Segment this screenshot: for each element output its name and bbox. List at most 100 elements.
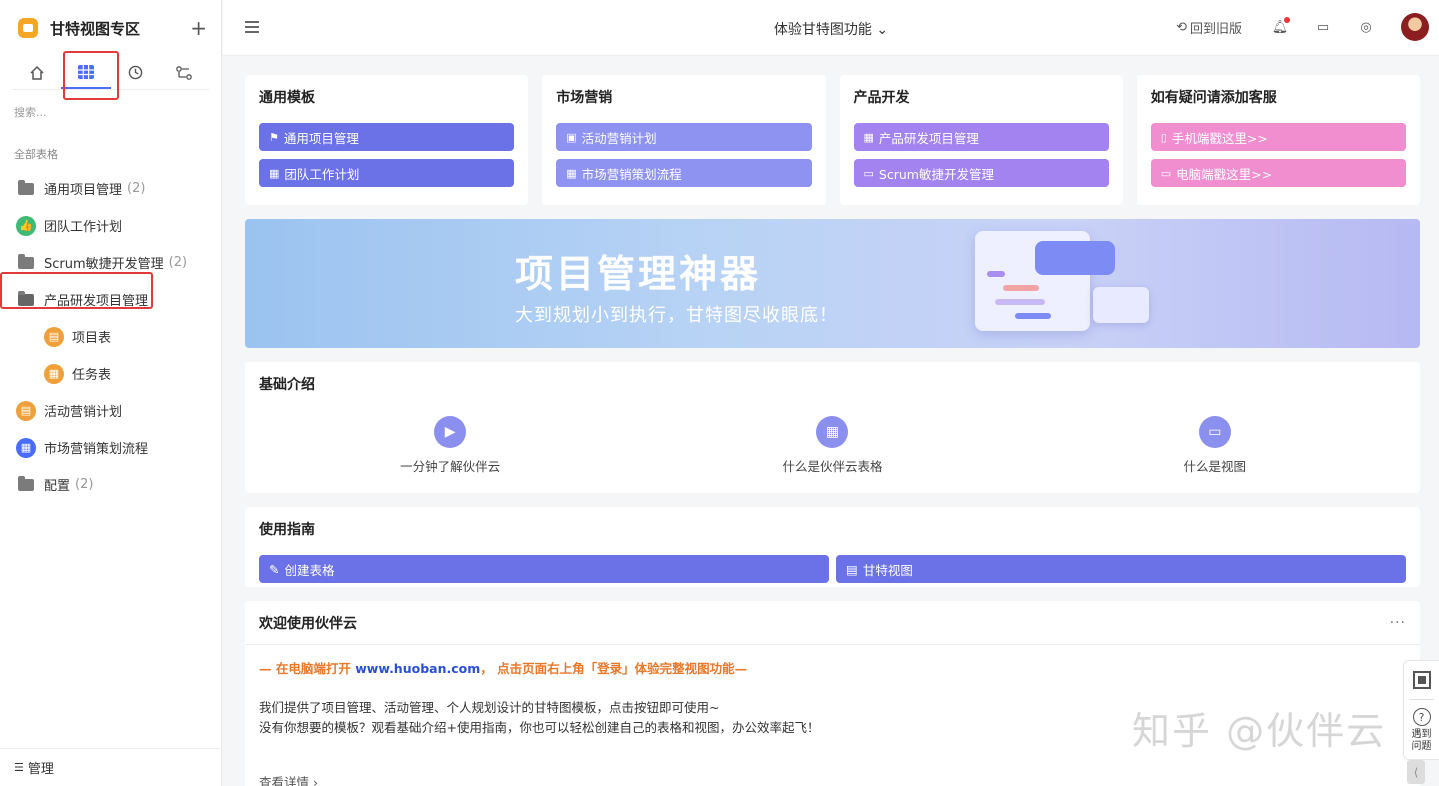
tree-item-campaign[interactable]: ▤ 活动营销计划 [0, 392, 221, 429]
button-label: 手机端戳这里>> [1171, 130, 1268, 146]
tree-item-label: 活动营销计划 [44, 405, 123, 420]
inbox-icon[interactable]: ▭ [1315, 19, 1331, 35]
clock-icon [128, 65, 142, 80]
hint-suffix: ， 点击页面右上角「登录」体验完整视图功能— [480, 661, 748, 676]
qr-code-icon[interactable] [1412, 671, 1431, 689]
section-title: 使用指南 [259, 522, 315, 538]
intro-section: 基础介绍 ▶ 一分钟了解伙伴云 ▦ 什么是伙伴云表格 ▭ 什么是视图 [245, 362, 1420, 493]
collapse-icon[interactable]: ⟨ [1407, 760, 1425, 784]
devices-icon: ▭ [1198, 416, 1231, 448]
tree-item-task-table[interactable]: ▦ 任务表 [0, 355, 221, 392]
intro-item-view[interactable]: ▭ 什么是视图 [1115, 416, 1315, 475]
template-cards: 通用模板 ⚑ 通用项目管理 ▦ 团队工作计划 市场营销 ▣ 活动营销计划 ▦ 市场营销策… [245, 75, 1420, 205]
highlight-box-product-rd [0, 272, 153, 309]
button-label: Scrum敏捷开发管理 [878, 166, 994, 182]
card-support: 如有疑问请添加客服 ▯ 手机端戳这里>> ▭ 电脑端戳这里>> [1136, 75, 1420, 205]
back-old-version-button[interactable]: ⟲ 回到旧版 [1176, 18, 1242, 37]
doc-icon: ▤ [16, 400, 36, 421]
more-icon[interactable]: ··· [1390, 615, 1406, 631]
manage-button[interactable]: ☰ 管理 [0, 748, 222, 786]
back-old-label: 回到旧版 [1189, 21, 1242, 37]
template-button-team-plan[interactable]: ▦ 团队工作计划 [259, 159, 515, 187]
grid-icon: ▦ [16, 437, 36, 458]
tree-item-count: (2) [75, 477, 94, 492]
folder-icon [18, 475, 34, 491]
group-label: 全部表格 [14, 148, 58, 161]
calendar-check-icon: ▦ [863, 130, 874, 144]
card-product: 产品开发 ▦ 产品研发项目管理 ▭ Scrum敏捷开发管理 [839, 75, 1123, 205]
pencil-icon: ✎ [269, 561, 280, 577]
grid-icon: ▦ [44, 363, 64, 384]
tree-item-config[interactable]: 配置 (2) [0, 466, 221, 503]
gantt-illustration [975, 231, 1150, 341]
template-button-general-project[interactable]: ⚑ 通用项目管理 [259, 123, 515, 151]
tree-item-project-table[interactable]: ▤ 项目表 [0, 318, 221, 355]
workspace-title: 甘特视图专区 [50, 19, 141, 38]
help-icon[interactable]: ? [1412, 708, 1431, 726]
bell-icon[interactable]: 🔔︎ [1272, 17, 1290, 35]
flow-icon [176, 65, 193, 80]
tree-item-general-project[interactable]: 通用项目管理 (2) [0, 170, 221, 207]
section-title: 欢迎使用伙伴云 [259, 615, 357, 632]
site-url[interactable]: www.huoban.com [355, 661, 480, 676]
tree-item-count: (2) [168, 255, 188, 270]
intro-label: 什么是伙伴云表格 [782, 459, 883, 474]
intro-label: 什么是视图 [1183, 459, 1247, 474]
button-label: 产品研发项目管理 [878, 130, 979, 146]
intro-item-about[interactable]: ▶ 一分钟了解伙伴云 [350, 416, 550, 475]
template-button-scrum[interactable]: ▭ Scrum敏捷开发管理 [853, 159, 1109, 187]
grid-icon: ▦ [816, 416, 849, 448]
main-content: 通用模板 ⚑ 通用项目管理 ▦ 团队工作计划 市场营销 ▣ 活动营销计划 ▦ 市场营销策… [245, 75, 1420, 786]
welcome-section: 欢迎使用伙伴云 ··· — 在电脑端打开 www.huoban.com， 点击页… [245, 601, 1420, 786]
card-title: 通用模板 [259, 90, 315, 106]
compass-icon[interactable]: ◎ [1358, 19, 1374, 35]
highlight-box-tables-tab [63, 51, 119, 100]
tree-item-label: 团队工作计划 [44, 220, 123, 235]
hint-prefix: — 在电脑端打开 [259, 661, 356, 676]
tree-item-label: 市场营销策划流程 [44, 442, 149, 457]
sidebar: 甘特视图专区 + 搜索... 全部表格 通用项目管理 (2) 👍 团队工作计划 … [0, 0, 222, 786]
flag-icon: ⚑ [269, 130, 279, 144]
template-button-product-rd[interactable]: ▦ 产品研发项目管理 [853, 123, 1109, 151]
help-label[interactable]: 遇到问题 [1410, 729, 1434, 753]
promo-banner[interactable]: 项目管理神器 大到规划小到执行，甘特图尽收眼底！ [245, 219, 1420, 348]
section-title: 基础介绍 [259, 377, 315, 393]
view-details-link[interactable]: 查看详情 › [259, 772, 318, 786]
tab-flow[interactable] [160, 56, 209, 89]
card-title: 如有疑问请添加客服 [1150, 90, 1277, 106]
tree-item-team-plan[interactable]: 👍 团队工作计划 [0, 207, 221, 244]
template-button-marketing-flow[interactable]: ▦ 市场营销策划流程 [556, 159, 812, 187]
history-icon: ⟲ [1176, 19, 1187, 35]
template-button-campaign[interactable]: ▣ 活动营销计划 [556, 123, 812, 151]
tree-item-marketing-flow[interactable]: ▦ 市场营销策划流程 [0, 429, 221, 466]
tree-item-label: 项目表 [72, 331, 112, 346]
tree-item-label: 任务表 [72, 368, 112, 383]
button-label: 活动营销计划 [581, 130, 657, 146]
support-button-desktop[interactable]: ▭ 电脑端戳这里>> [1150, 159, 1406, 187]
avatar[interactable] [1401, 13, 1429, 41]
app-logo-icon [18, 18, 38, 38]
clipboard-icon: ▤ [846, 561, 858, 577]
tab-home[interactable] [12, 56, 61, 89]
tree-item-label: Scrum敏捷开发管理 [44, 257, 164, 272]
support-button-mobile[interactable]: ▯ 手机端戳这里>> [1150, 123, 1406, 151]
id-card-icon: ▣ [566, 130, 577, 144]
add-icon[interactable]: + [190, 18, 207, 38]
guide-section: 使用指南 ✎ 创建表格 ▤ 甘特视图 [245, 507, 1420, 587]
card-marketing: 市场营销 ▣ 活动营销计划 ▦ 市场营销策划流程 [542, 75, 826, 205]
card-title: 市场营销 [556, 90, 613, 106]
watermark: 知乎 @伙伴云 [1132, 709, 1387, 753]
intro-item-table[interactable]: ▦ 什么是伙伴云表格 [732, 416, 932, 475]
card-general: 通用模板 ⚑ 通用项目管理 ▦ 团队工作计划 [245, 75, 529, 205]
tree-item-label: 通用项目管理 [44, 183, 123, 198]
mobile-icon: ▯ [1160, 130, 1167, 144]
banner-title: 项目管理神器 [515, 252, 762, 296]
create-table-button[interactable]: ✎ 创建表格 [259, 555, 829, 583]
doc-icon: ▤ [44, 326, 64, 347]
gantt-view-button[interactable]: ▤ 甘特视图 [836, 555, 1406, 583]
intro-label: 一分钟了解伙伴云 [400, 459, 501, 474]
calendar-icon: ▦ [566, 166, 577, 180]
button-label: 市场营销策划流程 [581, 166, 682, 182]
login-hint: — 在电脑端打开 www.huoban.com， 点击页面右上角「登录」体验完整… [259, 659, 1406, 678]
monitor-icon: ▭ [1160, 166, 1172, 180]
